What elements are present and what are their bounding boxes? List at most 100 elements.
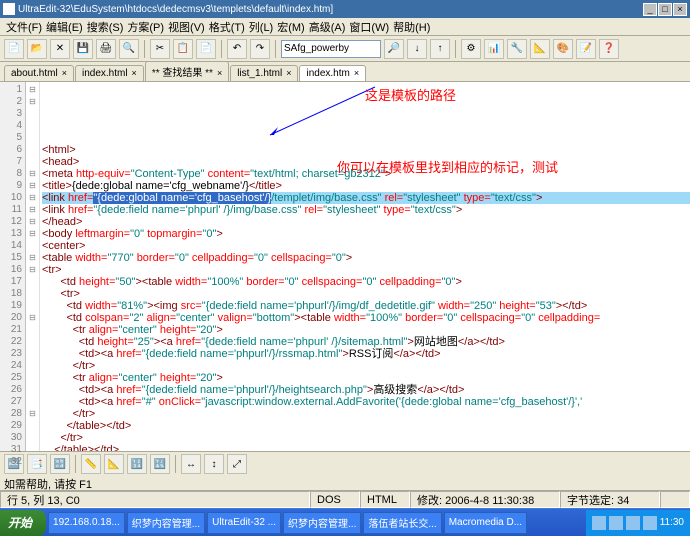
help-text: 如需帮助, 请按 F1 bbox=[0, 476, 690, 490]
code-line[interactable]: <tr align="center" height="20"> bbox=[42, 324, 690, 336]
menu-item[interactable]: 宏(M) bbox=[275, 19, 307, 35]
tab-close-icon[interactable]: × bbox=[286, 68, 291, 78]
code-line[interactable]: <td colspan="2" align="center" valign="b… bbox=[42, 312, 690, 324]
tab-close-icon[interactable]: × bbox=[132, 68, 137, 78]
open-file-icon[interactable]: 📂 bbox=[27, 39, 47, 59]
code-line[interactable]: <tr align="center" height="20"> bbox=[42, 372, 690, 384]
menu-item[interactable]: 视图(V) bbox=[166, 19, 207, 35]
tab-close-icon[interactable]: × bbox=[62, 68, 67, 78]
find-next-icon[interactable]: ↓ bbox=[407, 39, 427, 59]
tool-icon[interactable]: 📝 bbox=[576, 39, 596, 59]
tool-icon[interactable]: 📊 bbox=[484, 39, 504, 59]
menu-item[interactable]: 帮助(H) bbox=[391, 19, 432, 35]
code-line[interactable]: <body leftmargin="0" topmargin="0"> bbox=[42, 228, 690, 240]
preview-icon[interactable]: 🔍 bbox=[119, 39, 139, 59]
tool-icon[interactable]: ↔ bbox=[181, 454, 201, 474]
find-prev-icon[interactable]: ↑ bbox=[430, 39, 450, 59]
tray-icon[interactable] bbox=[626, 516, 640, 530]
tab-close-icon[interactable]: × bbox=[217, 68, 222, 78]
taskbar-item[interactable]: UltraEdit-32 ... bbox=[207, 512, 281, 534]
tool-icon[interactable]: 🎨 bbox=[553, 39, 573, 59]
code-line[interactable]: <td><a href="#" onClick="javascript:wind… bbox=[42, 396, 690, 408]
copy-icon[interactable]: 📋 bbox=[173, 39, 193, 59]
code-editor[interactable]: 1234567891011121314151617181920212223242… bbox=[0, 82, 690, 452]
code-line[interactable]: <tr> bbox=[42, 288, 690, 300]
menu-item[interactable]: 高级(A) bbox=[307, 19, 348, 35]
new-file-icon[interactable]: 📄 bbox=[4, 39, 24, 59]
code-line[interactable]: <link href="{dede:field name='phpurl' /}… bbox=[42, 204, 690, 216]
code-line[interactable]: <td height="50"><table width="100%" bord… bbox=[42, 276, 690, 288]
code-line[interactable]: <center> bbox=[42, 240, 690, 252]
line-gutter: 1234567891011121314151617181920212223242… bbox=[0, 82, 26, 451]
annotation-2: 你可以在模板里找到相应的标记，测试 bbox=[337, 157, 558, 176]
document-tab[interactable]: ** 查找结果 **× bbox=[145, 61, 229, 81]
save-icon[interactable]: 💾 bbox=[73, 39, 93, 59]
search-combo[interactable] bbox=[281, 40, 381, 58]
tab-close-icon[interactable]: × bbox=[354, 68, 359, 78]
tool-icon[interactable]: 📐 bbox=[530, 39, 550, 59]
code-line[interactable]: <title>{dede:global name='cfg_webname'/}… bbox=[42, 180, 690, 192]
fold-gutter[interactable]: ⊟⊟⊟⊟⊟⊟⊟⊟⊟⊟⊟⊟ bbox=[26, 82, 40, 451]
menu-item[interactable]: 格式(T) bbox=[207, 19, 247, 35]
tool-icon[interactable]: 📏 bbox=[81, 454, 101, 474]
print-icon[interactable]: 🖨 bbox=[96, 39, 116, 59]
tool-icon[interactable]: ⤢ bbox=[227, 454, 247, 474]
maximize-button[interactable]: □ bbox=[658, 3, 672, 16]
code-line[interactable]: <td><a href="{dede:field name='phpurl'/}… bbox=[42, 384, 690, 396]
tray-icon[interactable] bbox=[643, 516, 657, 530]
find-icon[interactable]: 🔎 bbox=[384, 39, 404, 59]
taskbar-item[interactable]: 织梦内容管理... bbox=[127, 512, 205, 534]
menu-item[interactable]: 文件(F) bbox=[4, 19, 44, 35]
code-line[interactable]: <td><a href="{dede:field name='phpurl'/}… bbox=[42, 348, 690, 360]
tray-icon[interactable] bbox=[592, 516, 606, 530]
minimize-button[interactable]: _ bbox=[643, 3, 657, 16]
code-line[interactable]: </table></td> bbox=[42, 444, 690, 451]
code-line[interactable]: <td height="25"><a href="{dede:field nam… bbox=[42, 336, 690, 348]
code-line[interactable]: </tr> bbox=[42, 432, 690, 444]
code-line[interactable]: <td width="81%"><img src="{dede:field na… bbox=[42, 300, 690, 312]
tray-clock[interactable]: 11:30 bbox=[660, 517, 684, 528]
redo-icon[interactable]: ↷ bbox=[250, 39, 270, 59]
menu-item[interactable]: 搜索(S) bbox=[85, 19, 126, 35]
menu-item[interactable]: 方案(P) bbox=[125, 19, 166, 35]
document-tab[interactable]: list_1.html× bbox=[230, 65, 298, 81]
close-button[interactable]: × bbox=[673, 3, 687, 16]
tool-icon[interactable]: 🔡 bbox=[50, 454, 70, 474]
taskbar-item[interactable]: 192.168.0.18... bbox=[48, 512, 125, 534]
app-icon bbox=[3, 3, 15, 15]
code-line[interactable]: </head> bbox=[42, 216, 690, 228]
close-file-icon[interactable]: ✕ bbox=[50, 39, 70, 59]
tool-icon[interactable]: 🔢 bbox=[127, 454, 147, 474]
tool-icon[interactable]: 📐 bbox=[104, 454, 124, 474]
code-line[interactable]: <html> bbox=[42, 144, 690, 156]
menu-item[interactable]: 编辑(E) bbox=[44, 19, 85, 35]
file-path: \EduSystem\htdocs\dedecmsv3\templets\def… bbox=[71, 4, 643, 15]
document-tab[interactable]: index.htm× bbox=[299, 65, 366, 81]
taskbar-item[interactable]: Macromedia D... bbox=[444, 512, 527, 534]
document-tab[interactable]: about.html× bbox=[4, 65, 74, 81]
code-line[interactable]: </tr> bbox=[42, 408, 690, 420]
taskbar-item[interactable]: 落伍者站长交... bbox=[363, 512, 441, 534]
start-button[interactable]: 开始 bbox=[0, 510, 46, 536]
paste-icon[interactable]: 📄 bbox=[196, 39, 216, 59]
tool-icon[interactable]: 🔣 bbox=[150, 454, 170, 474]
code-area[interactable]: 这是模板的路径 你可以在模板里找到相应的标记，测试 <html><head><m… bbox=[40, 82, 690, 451]
undo-icon[interactable]: ↶ bbox=[227, 39, 247, 59]
code-line[interactable]: <link href="{dede:global name='cfg_baseh… bbox=[42, 192, 690, 204]
code-line[interactable]: </table></td> bbox=[42, 420, 690, 432]
tool-icon[interactable]: ⚙ bbox=[461, 39, 481, 59]
cut-icon[interactable]: ✂ bbox=[150, 39, 170, 59]
status-blank bbox=[660, 491, 690, 508]
code-line[interactable]: <table width="770" border="0" cellpaddin… bbox=[42, 252, 690, 264]
code-line[interactable]: </tr> bbox=[42, 360, 690, 372]
taskbar-item[interactable]: 织梦内容管理... bbox=[283, 512, 361, 534]
menu-item[interactable]: 列(L) bbox=[247, 19, 275, 35]
menu-item[interactable]: 窗口(W) bbox=[347, 19, 391, 35]
document-tab[interactable]: index.html× bbox=[75, 65, 144, 81]
tray-icon[interactable] bbox=[609, 516, 623, 530]
code-line[interactable]: <tr> bbox=[42, 264, 690, 276]
system-tray[interactable]: 11:30 bbox=[586, 510, 690, 536]
help-icon[interactable]: ❓ bbox=[599, 39, 619, 59]
tool-icon[interactable]: 🔧 bbox=[507, 39, 527, 59]
tool-icon[interactable]: ↕ bbox=[204, 454, 224, 474]
